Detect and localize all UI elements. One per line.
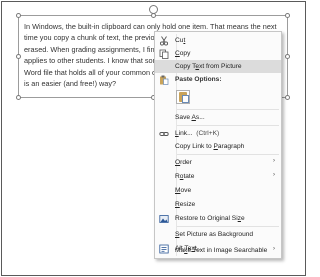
menu-item-restore-original-size[interactable]: Restore to Original Size (155, 212, 281, 225)
scissors-icon (159, 36, 169, 46)
menu-item-cut[interactable]: Cut (155, 34, 281, 47)
menu-item-save-as[interactable]: Save As... (155, 111, 281, 124)
menu-item-label: Link... (Ctrl+K) (175, 130, 220, 137)
paste-options-label: Paste Options: (175, 76, 222, 83)
resize-handle-bottom-left[interactable] (16, 95, 21, 100)
menu-item-link[interactable]: Link... (Ctrl+K) (155, 127, 281, 140)
menu-item-resize[interactable]: Resize (155, 198, 281, 211)
resize-handle-top-left[interactable] (16, 13, 21, 18)
menu-item-label: Copy (175, 50, 191, 57)
menu-item-label: Make Text in Image Searchable (175, 247, 268, 254)
submenu-arrow-icon: › (273, 172, 275, 178)
menu-item-copy[interactable]: Copy (155, 47, 281, 60)
resize-handle-top[interactable] (151, 13, 156, 18)
menu-item-label: Copy Link to Paragraph (175, 143, 245, 150)
copy-icon (159, 49, 169, 59)
menu-item-make-text-searchable[interactable]: Make Text in Image Searchable › (155, 244, 281, 257)
menu-item-label: Save As... (175, 114, 205, 121)
menu-separator (177, 226, 279, 227)
text-line: Word file that holds all of your common … (24, 67, 160, 77)
menu-item-label: Move (175, 187, 192, 194)
resize-handle-bottom-right[interactable] (285, 95, 290, 100)
menu-item-label: Cut (175, 37, 186, 44)
menu-item-label: Resize (175, 201, 196, 208)
context-menu: Cut Copy Copy Text from Picture Paste Op… (154, 31, 282, 259)
menu-item-label: Rotate (175, 173, 195, 180)
submenu-arrow-icon: › (273, 158, 275, 164)
resize-handle-left[interactable] (16, 54, 21, 59)
resize-handle-top-right[interactable] (285, 13, 290, 18)
text-line: applies to other students. I know that s… (24, 56, 160, 66)
menu-item-label: Copy Text from Picture (175, 63, 242, 70)
menu-item-copy-link-to-paragraph[interactable]: Copy Link to Paragraph (155, 140, 281, 153)
menu-item-copy-text-from-picture[interactable]: Copy Text from Picture (155, 60, 281, 73)
menu-separator (177, 109, 279, 110)
menu-item-move[interactable]: Move (155, 184, 281, 197)
menu-item-order[interactable]: Order › (155, 156, 281, 169)
text-line: is an easier (and free!) way? (24, 79, 117, 89)
menu-separator (177, 125, 279, 126)
text-line: time you copy a chunk of text, the previ… (24, 33, 160, 43)
paste-icon (159, 75, 169, 85)
text-line: erased. When grading assignments, I find… (24, 44, 160, 54)
menu-item-label: Order (175, 159, 192, 166)
menu-item-label: Restore to Original Size (175, 215, 245, 222)
menu-separator (177, 154, 279, 155)
paste-keep-formatting-icon[interactable] (176, 90, 190, 104)
link-icon (159, 129, 169, 139)
menu-item-label: Set Picture as Background (175, 231, 254, 238)
menu-item-rotate[interactable]: Rotate › (155, 170, 281, 183)
menu-item-set-picture-as-background[interactable]: Set Picture as Background (155, 228, 281, 241)
menu-header-paste-options: Paste Options: (155, 73, 281, 86)
submenu-arrow-icon: › (273, 246, 275, 252)
restore-picture-icon (159, 214, 169, 224)
shortcut-text: (Ctrl+K) (196, 130, 220, 137)
